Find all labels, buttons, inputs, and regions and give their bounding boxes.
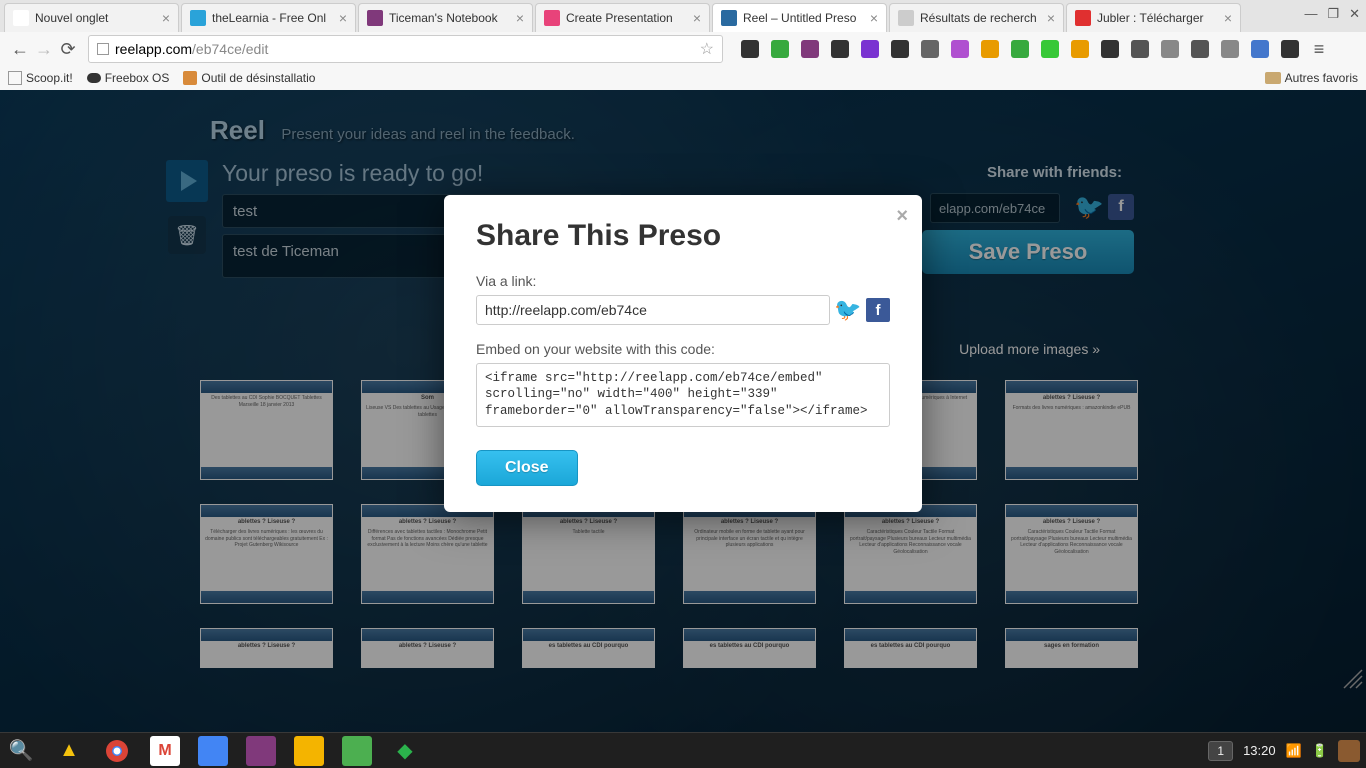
- extension-icon[interactable]: [1131, 40, 1149, 58]
- url-bar[interactable]: reelapp.com/eb74ce/edit ☆: [88, 35, 723, 63]
- extensions: [741, 40, 1299, 58]
- extension-icon[interactable]: [951, 40, 969, 58]
- chrome-icon[interactable]: [102, 736, 132, 766]
- extension-icon[interactable]: [861, 40, 879, 58]
- url-text: reelapp.com/eb74ce/edit: [115, 41, 700, 57]
- bookmark-uninstall[interactable]: Outil de désinstallatio: [183, 71, 315, 85]
- extension-icon[interactable]: [1221, 40, 1239, 58]
- system-tray: 1 13:20 📶 🔋: [1208, 740, 1360, 762]
- modal-title: Share This Preso: [476, 219, 890, 253]
- browser-tab[interactable]: Nouvel onglet ×: [4, 3, 179, 32]
- share-link-input[interactable]: [476, 295, 830, 325]
- extension-icon[interactable]: [1281, 40, 1299, 58]
- extension-icon[interactable]: [1011, 40, 1029, 58]
- window-maximize[interactable]: ❐: [1327, 6, 1339, 22]
- bookmark-scoopit[interactable]: Scoop.it!: [8, 71, 73, 85]
- browser-tab[interactable]: Create Presentation ×: [535, 3, 710, 32]
- tab-close-icon[interactable]: ×: [1047, 10, 1055, 26]
- browser-tab[interactable]: theLearnia - Free Onl ×: [181, 3, 356, 32]
- extension-icon[interactable]: [1251, 40, 1269, 58]
- browser-tab[interactable]: Ticeman's Notebook ×: [358, 3, 533, 32]
- browser-chrome: — ❐ ✕ Nouvel onglet×theLearnia - Free On…: [0, 0, 1366, 90]
- tab-title: Ticeman's Notebook: [389, 11, 510, 25]
- bookmark-other[interactable]: Autres favoris: [1265, 71, 1358, 85]
- extension-icon[interactable]: [921, 40, 939, 58]
- browser-tab[interactable]: Résultats de recherch ×: [889, 3, 1064, 32]
- clock: 13:20: [1243, 743, 1276, 758]
- taskbar: 🔍 ▲ M ◆ 1 13:20 📶 🔋: [0, 732, 1366, 768]
- tab-favicon: [898, 10, 914, 26]
- battery-icon[interactable]: 🔋: [1312, 743, 1328, 759]
- embed-label: Embed on your website with this code:: [476, 341, 890, 357]
- window-close[interactable]: ✕: [1349, 6, 1360, 22]
- scroll-indicator-icon: [1342, 668, 1364, 690]
- extension-icon[interactable]: [981, 40, 999, 58]
- nav-forward[interactable]: →: [32, 37, 56, 61]
- gmail-icon[interactable]: M: [150, 736, 180, 766]
- extension-icon[interactable]: [1071, 40, 1089, 58]
- modal-twitter-icon[interactable]: 🐦: [836, 298, 860, 322]
- extension-icon[interactable]: [741, 40, 759, 58]
- tab-title: theLearnia - Free Onl: [212, 11, 333, 25]
- bookmark-bar: Scoop.it! Freebox OS Outil de désinstall…: [0, 66, 1366, 90]
- tab-favicon: [367, 10, 383, 26]
- extension-icon[interactable]: [1161, 40, 1179, 58]
- via-link-label: Via a link:: [476, 273, 890, 289]
- nav-bar: ← → ⟳ reelapp.com/eb74ce/edit ☆ ≡: [0, 32, 1366, 66]
- search-icon[interactable]: 🔍: [6, 736, 36, 766]
- modal-close-x[interactable]: ×: [896, 205, 908, 228]
- tab-title: Résultats de recherch: [920, 11, 1041, 25]
- extension-icon[interactable]: [831, 40, 849, 58]
- tab-close-icon[interactable]: ×: [516, 10, 524, 26]
- tab-close-icon[interactable]: ×: [870, 10, 878, 26]
- docs-icon[interactable]: [198, 736, 228, 766]
- app-green-icon[interactable]: [342, 736, 372, 766]
- tab-close-icon[interactable]: ×: [162, 10, 170, 26]
- nav-reload[interactable]: ⟳: [56, 37, 80, 61]
- extension-icon[interactable]: [801, 40, 819, 58]
- modal-close-button[interactable]: Close: [476, 450, 578, 486]
- tab-close-icon[interactable]: ×: [339, 10, 347, 26]
- nav-back[interactable]: ←: [8, 37, 32, 61]
- tab-close-icon[interactable]: ×: [1224, 10, 1232, 26]
- share-modal: × Share This Preso Via a link: 🐦 f Embed…: [444, 195, 922, 512]
- tab-favicon: [721, 10, 737, 26]
- window-minimize[interactable]: —: [1304, 6, 1317, 22]
- feedly-icon[interactable]: ◆: [390, 736, 420, 766]
- page-icon: [97, 43, 109, 55]
- browser-tab[interactable]: Jubler : Télécharger ×: [1066, 3, 1241, 32]
- browser-tab[interactable]: Reel – Untitled Preso ×: [712, 3, 887, 32]
- tab-favicon: [544, 10, 560, 26]
- tab-strip: Nouvel onglet×theLearnia - Free Onl×Tice…: [0, 0, 1366, 32]
- tab-close-icon[interactable]: ×: [693, 10, 701, 26]
- extension-icon[interactable]: [1041, 40, 1059, 58]
- window-controls: — ❐ ✕: [1304, 6, 1360, 22]
- drive-icon[interactable]: ▲: [54, 736, 84, 766]
- extension-icon[interactable]: [771, 40, 789, 58]
- onenote-icon[interactable]: [246, 736, 276, 766]
- browser-menu-icon[interactable]: ≡: [1307, 37, 1331, 61]
- page-content: Reel Present your ideas and reel in the …: [0, 90, 1366, 732]
- tab-favicon: [13, 10, 29, 26]
- embed-code-textarea[interactable]: <iframe src="http://reelapp.com/eb74ce/e…: [476, 363, 890, 427]
- extension-icon[interactable]: [1101, 40, 1119, 58]
- tab-title: Create Presentation: [566, 11, 687, 25]
- workspace-indicator[interactable]: 1: [1208, 741, 1233, 761]
- modal-facebook-icon[interactable]: f: [866, 298, 890, 322]
- bookmark-freebox[interactable]: Freebox OS: [87, 71, 170, 85]
- tab-title: Jubler : Télécharger: [1097, 11, 1218, 25]
- tab-favicon: [190, 10, 206, 26]
- tab-favicon: [1075, 10, 1091, 26]
- tab-title: Reel – Untitled Preso: [743, 11, 864, 25]
- bookmark-star-icon[interactable]: ☆: [700, 39, 714, 59]
- tab-title: Nouvel onglet: [35, 11, 156, 25]
- tray-app-icon[interactable]: [1338, 740, 1360, 762]
- extension-icon[interactable]: [1191, 40, 1209, 58]
- slides-icon[interactable]: [294, 736, 324, 766]
- wifi-icon[interactable]: 📶: [1286, 743, 1302, 759]
- extension-icon[interactable]: [891, 40, 909, 58]
